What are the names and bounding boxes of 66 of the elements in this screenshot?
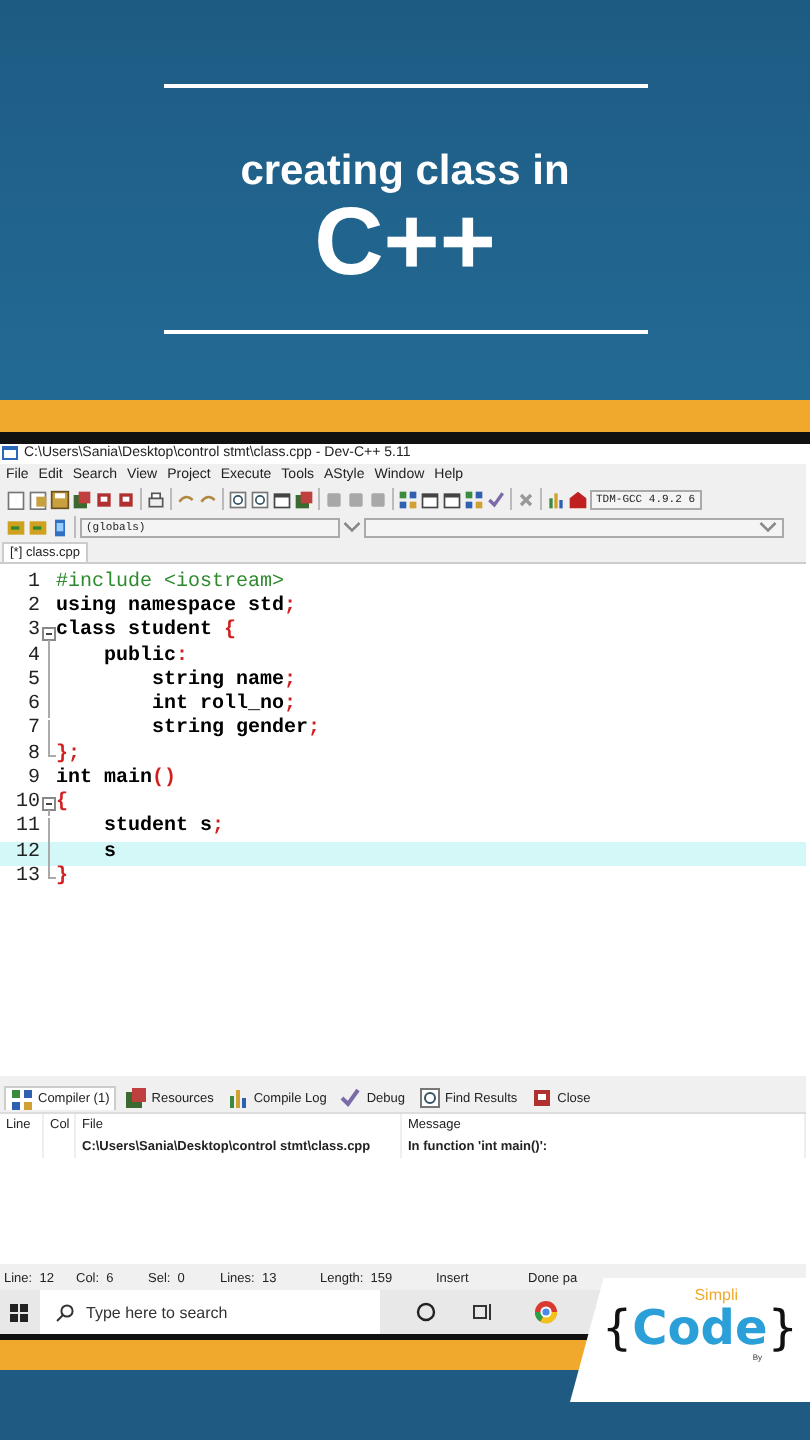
fold-minus-icon[interactable] (41, 792, 55, 817)
floppy-icon[interactable] (50, 489, 70, 510)
video-subtitle: creating class in (240, 148, 570, 196)
line-number: 10 (13, 792, 40, 816)
search-icon (56, 1303, 74, 1321)
line-number: 6 (25, 694, 40, 718)
code-line: student s; (102, 816, 225, 842)
floppy-icon[interactable] (72, 489, 92, 510)
code-line: #include <iostream> (56, 571, 285, 595)
line-number: 1 (25, 571, 40, 596)
window-icon[interactable] (116, 489, 136, 510)
line-number: 4 (25, 645, 40, 670)
code-line: int roll_no; (150, 694, 297, 717)
circle-icon[interactable] (416, 1302, 436, 1322)
magnifier-icon[interactable] (250, 489, 270, 510)
line-number: 5 (25, 669, 40, 694)
code-line: s (102, 841, 117, 866)
windows-start-icon[interactable] (10, 1303, 28, 1321)
folder-icon[interactable] (6, 517, 26, 538)
logo-wordmark: {Code} (601, 1304, 798, 1352)
window-icon[interactable] (272, 489, 292, 510)
code-line: class student { (56, 620, 237, 645)
magnifier-icon[interactable] (228, 489, 248, 510)
browser-icon[interactable] (534, 1300, 558, 1324)
magnifier-icon (417, 1086, 441, 1111)
line-number: 11 (13, 816, 40, 842)
code-line: { (56, 792, 69, 817)
grid-icon[interactable] (398, 489, 418, 510)
fold-minus-icon[interactable] (41, 621, 55, 645)
task-view-icon[interactable] (472, 1302, 494, 1322)
logo-top-text: Simpli (694, 1286, 738, 1304)
grid-icon[interactable] (464, 489, 484, 510)
code-line: string name; (150, 669, 297, 693)
printer-icon[interactable] (146, 489, 166, 510)
line-number: 13 (13, 865, 40, 891)
window-icon[interactable] (94, 489, 114, 510)
line-number: 2 (25, 596, 40, 620)
page-icon[interactable] (6, 489, 26, 510)
taskbar-search-field[interactable]: Type here to search (40, 1290, 380, 1334)
floppy-icon (123, 1086, 148, 1111)
line-number: 3 (25, 620, 40, 646)
folder-icon[interactable] (28, 517, 48, 538)
panel-icon[interactable] (50, 517, 70, 538)
floppy-icon[interactable] (294, 489, 314, 510)
check-icon (338, 1086, 363, 1111)
code-line: }; (56, 743, 81, 767)
grid-icon (10, 1087, 34, 1112)
code-line: using namespace std; (56, 596, 297, 619)
dropdown-icon[interactable] (758, 517, 778, 538)
window-icon (529, 1086, 554, 1111)
line-number: 8 (25, 743, 40, 768)
folder-icon[interactable] (28, 489, 48, 510)
window-icon[interactable] (420, 489, 440, 510)
code-line: string gender; (150, 718, 321, 744)
chart-icon[interactable] (546, 489, 566, 510)
video-title: C++ (314, 196, 496, 292)
chart-icon (225, 1086, 250, 1111)
line-number: 12 (13, 841, 40, 866)
dropdown-icon[interactable] (342, 517, 362, 538)
line-number: 9 (25, 767, 40, 792)
code-line: } (56, 865, 69, 891)
line-number: 7 (25, 718, 40, 744)
code-line: public: (102, 645, 189, 669)
window-icon[interactable] (442, 489, 462, 510)
check-icon[interactable] (486, 489, 506, 510)
code-line: int main() (56, 767, 177, 791)
